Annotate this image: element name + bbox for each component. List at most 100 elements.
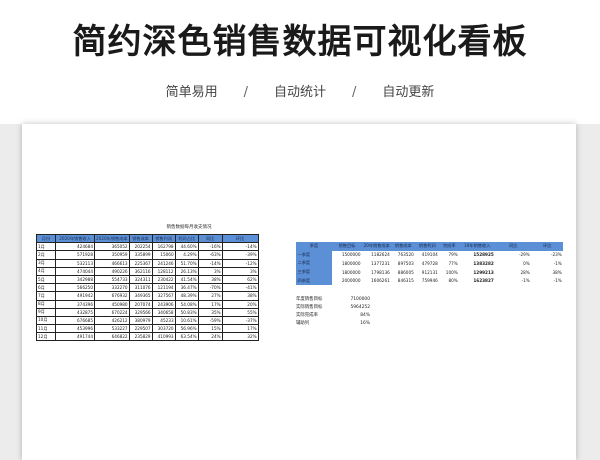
table-cell: 571928 — [55, 250, 95, 260]
table-cell: 1182624 — [371, 252, 390, 258]
table-cell: 1800000 — [341, 269, 361, 275]
table-cell: 432875 — [55, 307, 95, 317]
table-row: 二季度 1800000 1377231 897503 479728 77% 1383282 0… — [296, 259, 563, 268]
table-header-row: 月份 2020年销售收入 2020年销售成本 销售成本 销售利润 利润占比 同比… — [36, 233, 259, 244]
table-cell: 15060 — [151, 250, 176, 260]
column-header: 完成率 — [439, 242, 460, 251]
table-cell: 340658 — [151, 307, 176, 317]
table-cell: 10月 — [36, 315, 56, 326]
table-cell: 886005 — [397, 269, 414, 275]
summary-row: 实际完成率 84% — [296, 312, 370, 320]
column-header: 销售利润 — [415, 242, 440, 251]
summary-row: 实际销售目标 5964252 — [296, 304, 370, 312]
quarter-label: 三季度 — [296, 267, 332, 277]
column-header: 销售利润 — [151, 233, 176, 244]
table-cell: -14% — [197, 258, 223, 268]
table-cell: -16% — [197, 242, 223, 252]
table-cell: 77% — [448, 260, 458, 266]
table-cell: 4月 — [36, 266, 56, 276]
table-cell: 162798 — [151, 242, 176, 252]
table-cell: 362116 — [128, 266, 153, 276]
table-cell: -1% — [521, 278, 530, 284]
table-cell: 419104 — [421, 252, 438, 258]
table-cell: 235829 — [128, 332, 153, 342]
table-cell: 202254 — [128, 242, 153, 252]
table-cell: 55% — [221, 307, 259, 317]
table-cell: 1606261 — [371, 278, 390, 284]
table-cell: 324311 — [128, 274, 153, 285]
table-cell: 490226 — [94, 266, 130, 276]
table-cell: 5月 — [36, 274, 56, 285]
column-header: 19年销售收入 — [459, 242, 496, 251]
table-cell: 56.96% — [174, 324, 199, 334]
table-cell: 1623827 — [473, 278, 494, 284]
table-cell: 453996 — [55, 324, 95, 334]
column-header: 环比 — [221, 233, 259, 244]
column-header: 2020年销售成本 — [94, 233, 130, 244]
spreadsheet-preview: 销售数据每月收支情况 月份 2020年销售收入 2020年销售成本 销售成本 销… — [22, 124, 576, 460]
table-cell: 2月 — [36, 250, 56, 260]
table-cell: 128112 — [151, 266, 176, 276]
table-cell: 230422 — [151, 274, 176, 285]
column-header: 销售成本 — [128, 233, 153, 244]
table-cell: 63.54% — [174, 332, 199, 342]
tag-auto-update: 自动更新 — [382, 85, 435, 100]
table-cell: 1800000 — [341, 260, 361, 266]
table-cell: 410993 — [151, 332, 176, 342]
table-cell: 349365 — [128, 291, 153, 301]
table-cell: 229507 — [128, 324, 153, 334]
table-cell: 48.39% — [174, 291, 199, 301]
summary-label: 年度销售目标 — [296, 297, 323, 302]
summary-value: 5964252 — [350, 305, 370, 310]
table-cell: 479728 — [421, 260, 438, 266]
table-cell: 646822 — [94, 332, 130, 342]
table-row: 12月 491744 646822 235829 410993 63.54% 24% 32% — [36, 332, 259, 342]
table-row: 4月 474044 490226 362116 128112 26.13% 3% 3% — [36, 266, 259, 276]
column-header: 销售目标 — [332, 242, 362, 251]
table-cell: -1% — [553, 278, 562, 284]
table-cell: 350959 — [94, 250, 130, 260]
table-cell: 912131 — [421, 269, 438, 275]
table-row: 一季度 1500000 1182624 763520 419104 79% 1528925 -… — [296, 250, 563, 260]
summary-label: 实际完成率 — [296, 313, 318, 318]
table-cell: 79% — [448, 252, 458, 258]
quarterly-sales-table: 季度 销售目标 20年销售成本 销售成本 销售利润 完成率 19年销售收入 同比… — [296, 242, 564, 285]
table-cell: 380979 — [128, 315, 153, 326]
table-cell: 3% — [221, 266, 259, 276]
table-cell: 0% — [523, 260, 530, 266]
table-cell: 80% — [448, 278, 458, 284]
table-cell: 676685 — [55, 315, 95, 326]
table-cell: 846315 — [397, 278, 414, 284]
table-cell: -14% — [221, 242, 259, 252]
table-cell: 450980 — [94, 299, 130, 309]
table-cell: 20% — [221, 299, 259, 309]
table-cell: 4.29% — [174, 250, 199, 260]
table-cell: 2000000 — [341, 278, 361, 284]
table-cell: -37% — [221, 315, 259, 326]
table-row: 5月 342988 554733 324311 230422 41.54% 38% 62% — [36, 274, 259, 285]
table-cell: 27% — [197, 291, 223, 301]
tag-easy: 简单易用 — [165, 85, 218, 100]
table-cell: 17% — [221, 324, 259, 334]
table-cell: 342988 — [55, 274, 95, 285]
tag-separator: / — [243, 85, 248, 100]
table-cell: 12月 — [36, 332, 56, 342]
table-cell: 759946 — [421, 278, 438, 284]
table-cell: 1500000 — [341, 252, 361, 258]
table-cell: 38% — [552, 269, 562, 275]
table-cell: -59% — [197, 315, 223, 326]
table-cell: 303720 — [151, 324, 176, 334]
table-cell: 17% — [197, 299, 223, 309]
table-cell: 24% — [197, 332, 223, 342]
table-cell: 670224 — [94, 307, 130, 317]
column-header: 环比 — [531, 242, 564, 251]
table-cell: 1377231 — [371, 260, 390, 266]
table-cell: 1798136 — [371, 269, 390, 275]
table-cell: 26.13% — [174, 266, 199, 276]
table-cell: 28% — [520, 269, 530, 275]
table-cell: 44.60% — [174, 242, 199, 252]
column-header: 同比 — [495, 242, 532, 251]
table-cell: 11月 — [36, 324, 56, 334]
summary-row: 年度销售目标 7100000 — [296, 296, 370, 304]
table-cell: 466613 — [94, 258, 130, 268]
